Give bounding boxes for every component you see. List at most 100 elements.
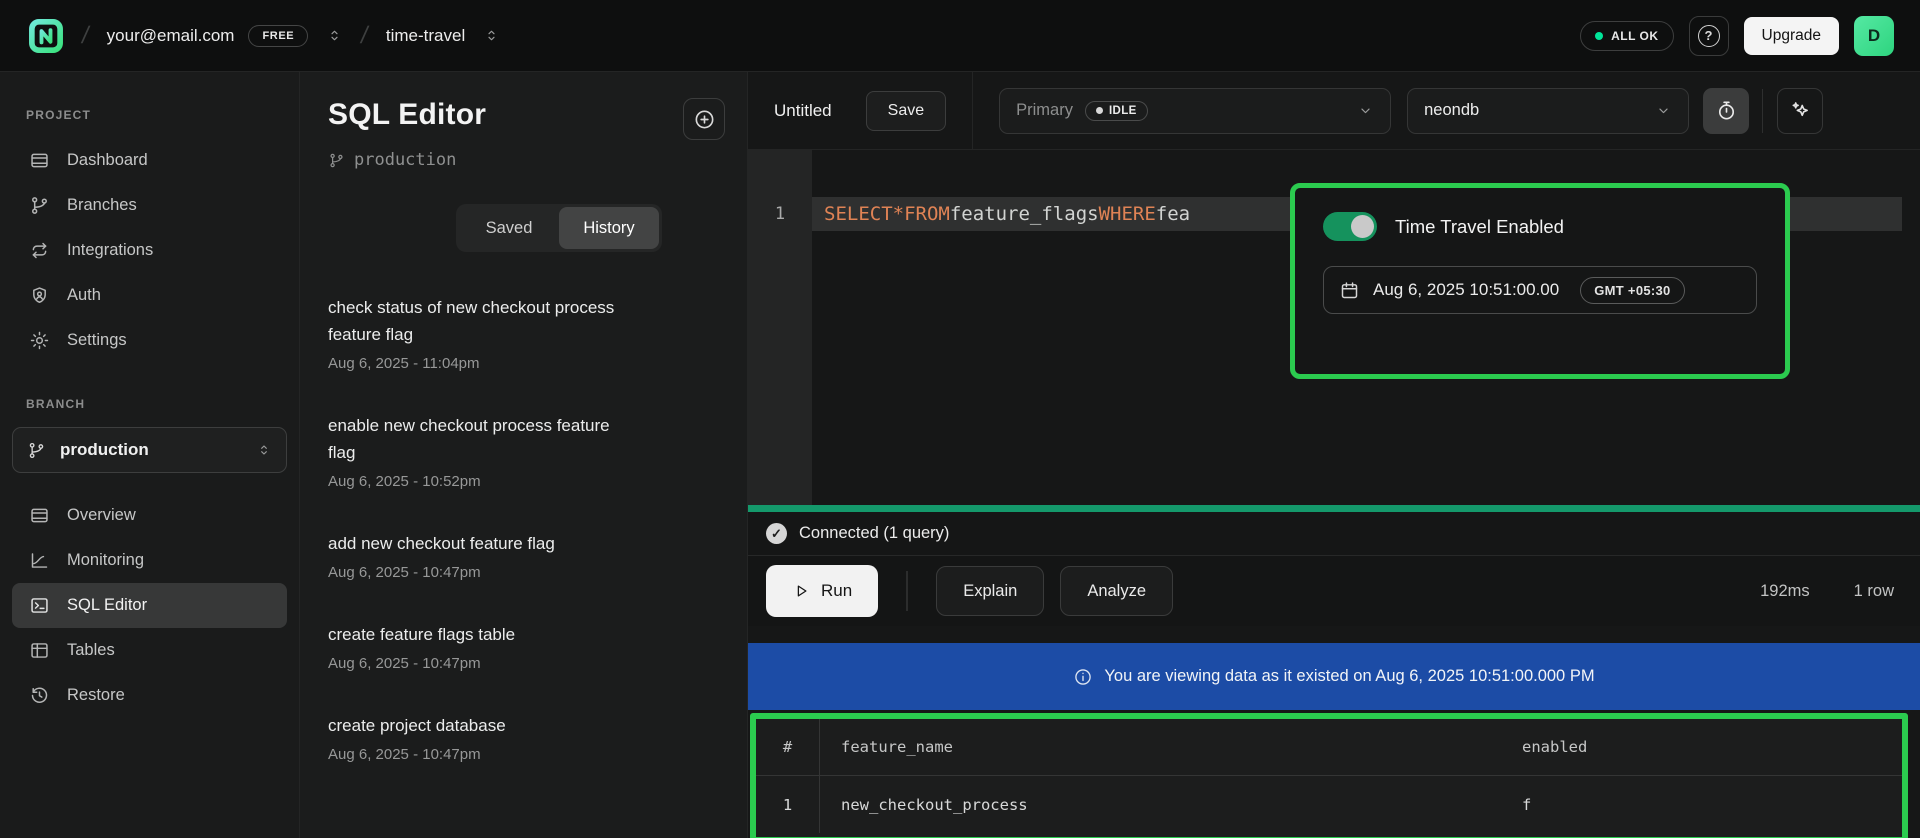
overview-icon xyxy=(29,505,50,526)
explain-button[interactable]: Explain xyxy=(936,566,1044,616)
time-travel-banner: You are viewing data as it existed on Au… xyxy=(748,643,1920,710)
sidebar-item-restore[interactable]: Restore xyxy=(12,673,287,718)
info-icon xyxy=(1073,667,1093,687)
restore-history-icon xyxy=(29,685,50,706)
history-list: check status of new checkout process fea… xyxy=(328,294,624,763)
column-header-index: # xyxy=(756,719,820,775)
history-item-time: Aug 6, 2025 - 10:47pm xyxy=(328,746,624,763)
history-item[interactable]: create project database Aug 6, 2025 - 10… xyxy=(328,712,624,763)
branch-selector[interactable]: production xyxy=(12,427,287,473)
sidebar-item-label: SQL Editor xyxy=(67,596,147,615)
sidebar-item-auth[interactable]: Auth xyxy=(12,273,287,318)
sidebar-item-sql-editor[interactable]: SQL Editor xyxy=(12,583,287,628)
project-switcher-chevron-icon[interactable] xyxy=(483,27,500,44)
sidebar-item-label: Tables xyxy=(67,641,115,660)
run-button[interactable]: Run xyxy=(766,565,878,617)
sidebar-item-integrations[interactable]: Integrations xyxy=(12,228,287,273)
sql-keyword: FROM xyxy=(904,203,950,225)
sidebar-item-label: Auth xyxy=(67,286,101,305)
sidebar-item-settings[interactable]: Settings xyxy=(12,318,287,363)
history-item[interactable]: check status of new checkout process fea… xyxy=(328,294,624,372)
database-select[interactable]: neondb xyxy=(1407,88,1689,134)
history-item-title: enable new checkout process feature flag xyxy=(328,412,624,466)
sql-editor-panel: SQL Editor production Saved History chec… xyxy=(300,72,748,838)
connection-status-text: Connected (1 query) xyxy=(799,524,949,543)
compute-select[interactable]: Primary IDLE xyxy=(999,88,1391,134)
query-actions-bar: Run Explain Analyze 192ms 1 row xyxy=(748,556,1920,626)
auth-shield-icon xyxy=(29,285,50,306)
toolbar-divider xyxy=(972,72,973,149)
pane-resizer[interactable] xyxy=(748,505,1920,512)
toggle-knob xyxy=(1351,215,1374,238)
idle-dot-icon xyxy=(1096,107,1103,114)
save-button[interactable]: Save xyxy=(866,91,946,131)
ai-assist-button[interactable] xyxy=(1777,88,1823,134)
panel-branch-label: production xyxy=(354,150,456,170)
sidebar-section-branch: BRANCH xyxy=(0,397,299,411)
sidebar-item-label: Settings xyxy=(67,331,127,350)
sidebar-item-overview[interactable]: Overview xyxy=(12,493,287,538)
sidebar-item-branches[interactable]: Branches xyxy=(12,183,287,228)
time-travel-popup: Time Travel Enabled Aug 6, 2025 10:51:00… xyxy=(1290,183,1790,379)
tab-history[interactable]: History xyxy=(559,207,659,249)
results-header-row: # feature_name enabled xyxy=(756,719,1902,776)
chevron-down-icon xyxy=(1655,102,1672,119)
help-button[interactable]: ? xyxy=(1689,16,1729,56)
sql-identifier: fea xyxy=(1156,203,1190,225)
status-pill-label: ALL OK xyxy=(1611,29,1658,43)
calendar-icon xyxy=(1339,280,1360,301)
query-tab-title: Untitled xyxy=(774,101,832,121)
check-circle-icon: ✓ xyxy=(766,523,787,544)
sidebar-item-dashboard[interactable]: Dashboard xyxy=(12,138,287,183)
row-index-cell: 1 xyxy=(756,776,820,833)
play-icon xyxy=(792,582,810,600)
sidebar-item-label: Monitoring xyxy=(67,551,144,570)
history-item[interactable]: enable new checkout process feature flag… xyxy=(328,412,624,490)
sidebar-item-monitoring[interactable]: Monitoring xyxy=(12,538,287,583)
branch-selector-value: production xyxy=(60,440,149,460)
status-ok-dot-icon xyxy=(1595,32,1603,40)
org-switcher-chevron-icon[interactable] xyxy=(326,27,343,44)
breadcrumb-org[interactable]: your@email.com xyxy=(107,26,235,46)
history-item-title: add new checkout feature flag xyxy=(328,530,624,557)
run-button-label: Run xyxy=(821,581,852,601)
tab-saved[interactable]: Saved xyxy=(459,207,559,249)
new-query-button[interactable] xyxy=(683,98,725,140)
branch-icon xyxy=(27,441,46,460)
history-item[interactable]: add new checkout feature flag Aug 6, 202… xyxy=(328,530,624,581)
integrations-icon xyxy=(29,240,50,261)
history-item-time: Aug 6, 2025 - 10:47pm xyxy=(328,564,624,581)
history-item[interactable]: create feature flags table Aug 6, 2025 -… xyxy=(328,621,624,672)
datetime-value: Aug 6, 2025 10:51:00.00 xyxy=(1373,280,1559,300)
time-travel-button[interactable] xyxy=(1703,88,1749,134)
branch-icon xyxy=(328,152,345,169)
user-avatar[interactable]: D xyxy=(1854,16,1894,56)
history-item-title: create project database xyxy=(328,712,624,739)
analyze-button[interactable]: Analyze xyxy=(1060,566,1173,616)
chevron-down-icon xyxy=(1357,102,1374,119)
branch-selector-chevron-icon xyxy=(256,442,272,458)
branches-icon xyxy=(29,195,50,216)
sidebar-item-tables[interactable]: Tables xyxy=(12,628,287,673)
time-travel-toggle[interactable] xyxy=(1323,212,1377,241)
sql-editor-terminal-icon xyxy=(29,595,50,616)
line-number: 1 xyxy=(748,197,812,231)
breadcrumb-project[interactable]: time-travel xyxy=(386,26,465,46)
compute-status-label: IDLE xyxy=(1109,105,1137,117)
settings-gear-icon xyxy=(29,330,50,351)
plan-badge: FREE xyxy=(248,25,308,47)
top-bar: / your@email.com FREE / time-travel ALL … xyxy=(0,0,1920,72)
sidebar-item-label: Integrations xyxy=(67,241,153,260)
history-item-time: Aug 6, 2025 - 10:47pm xyxy=(328,655,624,672)
row-count: 1 row xyxy=(1854,582,1894,601)
sidebar-item-label: Restore xyxy=(67,686,125,705)
neon-logo-icon[interactable] xyxy=(28,18,64,54)
timezone-badge: GMT +05:30 xyxy=(1580,277,1684,304)
column-header-feature-name: feature_name xyxy=(820,738,1522,756)
time-travel-datetime-input[interactable]: Aug 6, 2025 10:51:00.00 GMT +05:30 xyxy=(1323,266,1757,314)
system-status-pill[interactable]: ALL OK xyxy=(1580,21,1673,51)
app-window: / your@email.com FREE / time-travel ALL … xyxy=(0,0,1920,838)
query-duration: 192ms xyxy=(1760,582,1810,601)
history-item-title: check status of new checkout process fea… xyxy=(328,294,624,348)
upgrade-button[interactable]: Upgrade xyxy=(1744,17,1839,55)
